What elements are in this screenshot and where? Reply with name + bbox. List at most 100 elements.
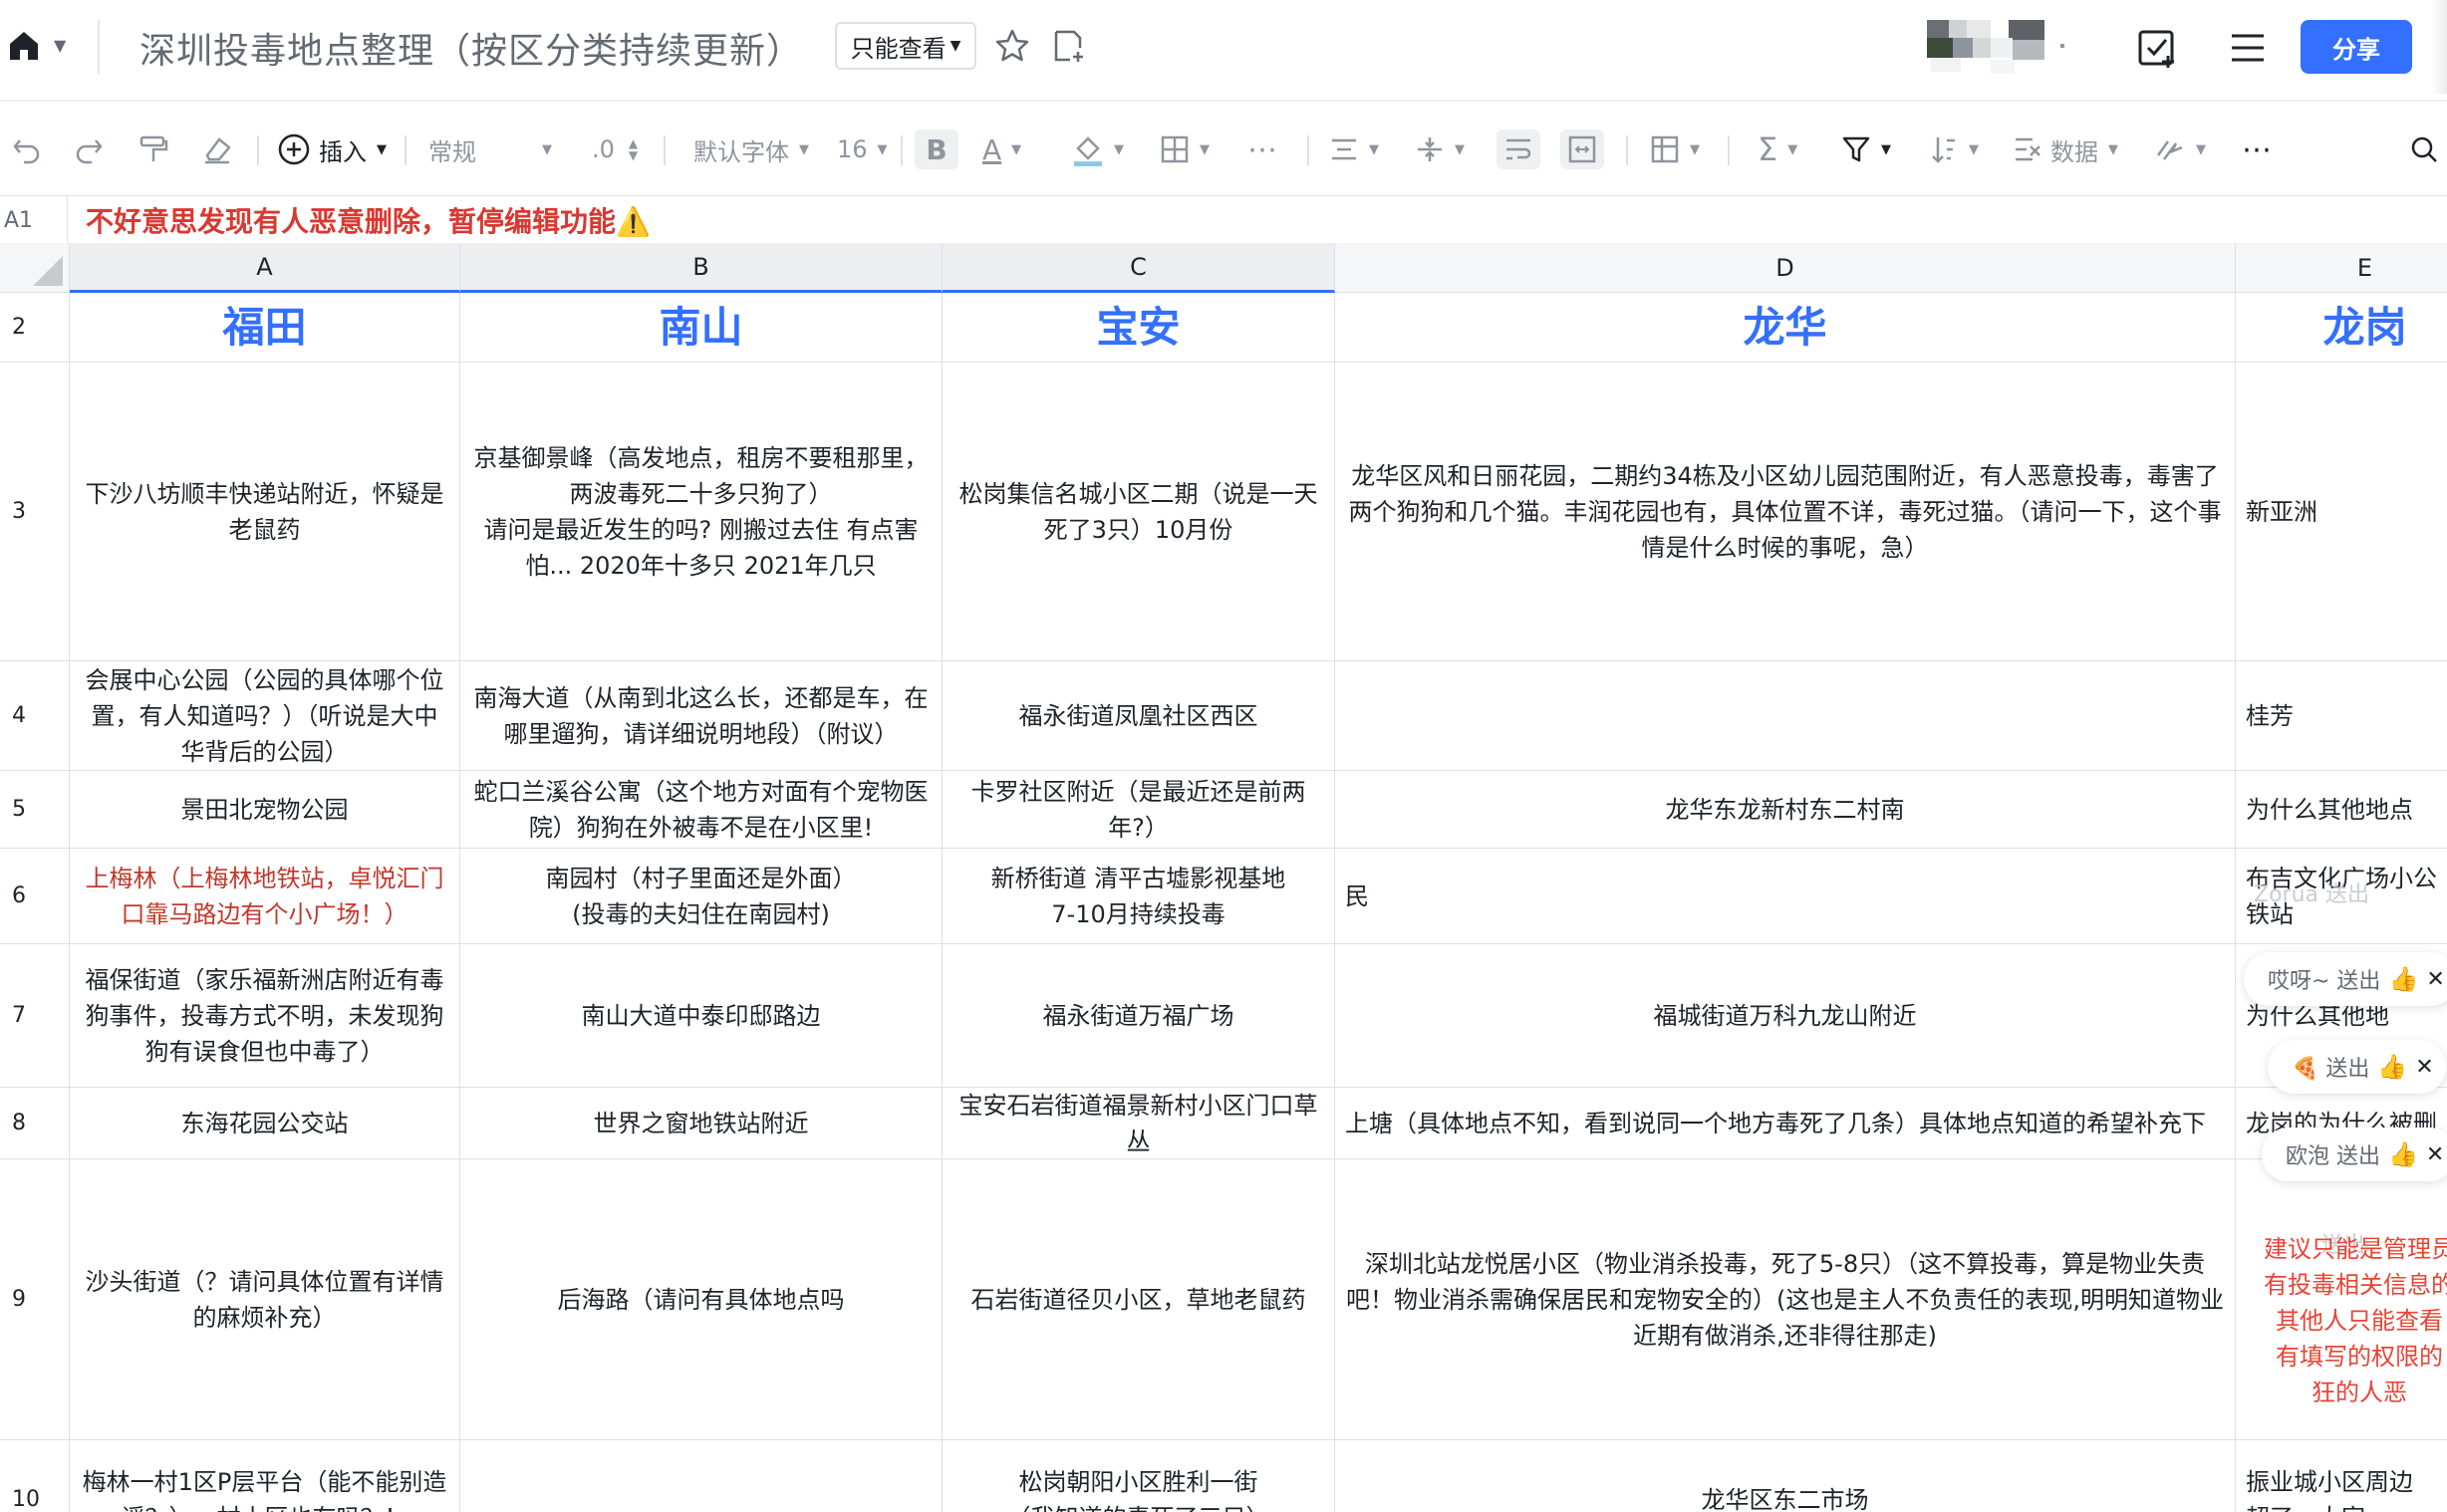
table-cell[interactable]: 新桥街道 清平古墟影视基地 7-10月持续投毒 bbox=[943, 849, 1335, 944]
table-cell[interactable]: 福保街道（家乐福新洲店附近有毒狗事件，投毒方式不明，未发现狗狗有误食但也中毒了） bbox=[70, 944, 460, 1088]
table-cell[interactable]: 卡罗社区附近（是最近还是前两年?） bbox=[943, 771, 1335, 849]
close-icon[interactable]: ✕ bbox=[2415, 1055, 2433, 1080]
collaborator-avatars[interactable] bbox=[1927, 18, 2066, 76]
table-cell[interactable]: 民 bbox=[1335, 849, 2236, 944]
table-cell[interactable]: 景田北宠物公园 bbox=[70, 771, 460, 849]
table-cell[interactable]: 上梅林（上梅林地铁站，卓悦汇门口靠马路边有个小广场！） bbox=[70, 849, 460, 944]
row-header[interactable]: 10 bbox=[0, 1440, 70, 1512]
table-cell[interactable]: 振业城小区周边 超了，大家 bbox=[2236, 1440, 2447, 1512]
row-header[interactable]: 8 bbox=[0, 1088, 70, 1159]
column-header-a[interactable]: A bbox=[70, 243, 460, 293]
row-header[interactable]: 6 bbox=[0, 849, 70, 944]
table-cell[interactable]: 世界之窗地铁站附近 bbox=[460, 1088, 943, 1159]
row-header[interactable]: 4 bbox=[0, 661, 70, 771]
row-header[interactable]: 9 bbox=[0, 1159, 70, 1440]
district-header-cell[interactable]: 龙华 bbox=[1335, 293, 2236, 363]
column-header-d[interactable]: D bbox=[1335, 243, 2236, 293]
insert-menu[interactable]: 插入 ▼ bbox=[277, 129, 387, 169]
column-header-b[interactable]: B bbox=[460, 243, 943, 293]
close-icon[interactable]: ✕ bbox=[2426, 1142, 2444, 1167]
format-painter-icon[interactable] bbox=[137, 129, 169, 169]
row-header[interactable]: 2 bbox=[0, 293, 70, 363]
permission-dropdown[interactable]: 只能查看 ▼ bbox=[835, 22, 976, 70]
column-header-c[interactable]: C bbox=[943, 243, 1335, 293]
table-cell[interactable]: 福永街道万福广场 bbox=[943, 944, 1335, 1088]
home-menu-caret-icon[interactable]: ▼ bbox=[54, 36, 66, 55]
table-cell[interactable]: 深圳北站龙悦居小区（物业消杀投毒，死了5-8只）（这不算投毒，算是物业失责吧！物… bbox=[1335, 1159, 2236, 1440]
share-button[interactable]: 分享 bbox=[2301, 20, 2412, 74]
district-header-cell[interactable]: 南山 bbox=[460, 293, 943, 363]
table-cell[interactable]: 福城街道万科九龙山附近 bbox=[1335, 944, 2236, 1088]
star-icon[interactable] bbox=[992, 26, 1032, 66]
table-cell[interactable]: 龙华东龙新村东二村南 bbox=[1335, 771, 2236, 849]
table-cell[interactable] bbox=[460, 1440, 943, 1512]
number-format-dropdown[interactable]: 常规 ▼ bbox=[428, 129, 552, 169]
table-cell[interactable]: 龙华区东二市场 bbox=[1335, 1440, 2236, 1512]
table-cell[interactable]: 南园村（村子里面还是外面） (投毒的夫妇住在南园村) bbox=[460, 849, 943, 944]
undo-icon[interactable] bbox=[12, 129, 42, 169]
menu-icon[interactable] bbox=[2228, 28, 2268, 68]
wrap-text-button[interactable] bbox=[1496, 129, 1540, 169]
automation-button[interactable]: ▼ bbox=[2154, 129, 2206, 169]
bold-button[interactable]: B bbox=[915, 129, 958, 169]
reaction-bubble[interactable]: 欧泡 送出 👍 ✕ bbox=[2262, 1128, 2447, 1181]
column-header-e[interactable]: E bbox=[2236, 243, 2447, 293]
district-header-cell[interactable]: 福田 bbox=[70, 293, 460, 363]
table-cell[interactable]: 下沙八坊顺丰快递站附近，怀疑是老鼠药 bbox=[70, 363, 460, 661]
row-header[interactable]: 3 bbox=[0, 363, 70, 661]
close-icon[interactable]: ✕ bbox=[2426, 967, 2444, 992]
table-cell[interactable]: 龙华区风和日丽花园，二期约34栋及小区幼儿园范围附近，有人恶意投毒，毒害了两个狗… bbox=[1335, 363, 2236, 661]
table-cell[interactable]: 蛇口兰溪谷公寓（这个地方对面有个宠物医院）狗狗在外被毒不是在小区里! bbox=[460, 771, 943, 849]
district-header-cell[interactable]: 宝安 bbox=[943, 293, 1335, 363]
district-header-cell[interactable]: 龙岗 bbox=[2236, 293, 2447, 363]
table-cell[interactable]: 为什么其他地点 bbox=[2236, 771, 2447, 849]
vertical-align-button[interactable]: ▼ bbox=[1415, 129, 1465, 169]
fill-color-button[interactable]: ▼ bbox=[1072, 129, 1124, 169]
formula-content[interactable]: 不好意思发现有人恶意删除，暂停编辑功能⚠️ bbox=[86, 200, 651, 240]
new-doc-icon[interactable] bbox=[1048, 26, 1088, 66]
table-cell[interactable]: 新亚洲 bbox=[2236, 363, 2447, 661]
table-cell[interactable]: 会展中心公园（公园的具体哪个位置，有人知道吗？）（听说是大中华背后的公园） bbox=[70, 661, 460, 771]
table-cell[interactable]: 石岩街道径贝小区，草地老鼠药 bbox=[943, 1159, 1335, 1440]
data-menu[interactable]: 数据 ▼ bbox=[2013, 129, 2118, 169]
reaction-bubble[interactable]: 🍕 送出 👍 ✕ bbox=[2268, 1040, 2446, 1094]
table-cell[interactable]: 南山大道中泰印邸路边 bbox=[460, 944, 943, 1088]
document-title[interactable]: 深圳投毒地点整理（按区分类持续更新） bbox=[139, 22, 803, 74]
font-color-button[interactable]: A ▼ bbox=[982, 129, 1021, 169]
cell-reference[interactable]: A1 bbox=[0, 196, 68, 243]
formula-button[interactable]: Σ ▼ bbox=[1758, 129, 1797, 169]
font-family-dropdown[interactable]: 默认字体 ▼ bbox=[693, 129, 809, 169]
reaction-bubble[interactable]: 哎呀~ 送出 👍 ✕ bbox=[2244, 952, 2447, 1006]
table-cell[interactable]: 梅林一村1区P层平台（能不能别造谣？）一村小区也有吗？！ bbox=[70, 1440, 460, 1512]
decimal-places-stepper[interactable]: .0 ▲ ▼ bbox=[592, 129, 638, 169]
sort-button[interactable]: ▼ bbox=[1929, 129, 1979, 169]
table-cell[interactable]: 后海路（请问有具体地点吗 bbox=[460, 1159, 943, 1440]
table-cell[interactable]: 宝安石岩街道福景新村小区门口草丛 bbox=[943, 1088, 1335, 1159]
table-cell[interactable]: 沙头街道（？请问具体位置有详情的麻烦补充） bbox=[70, 1159, 460, 1440]
horizontal-align-button[interactable]: ▼ bbox=[1329, 129, 1379, 169]
checklist-icon[interactable] bbox=[2136, 26, 2180, 70]
home-icon[interactable] bbox=[6, 28, 42, 64]
row-header[interactable]: 5 bbox=[0, 771, 70, 849]
font-size-dropdown[interactable]: 16 ▼ bbox=[837, 129, 888, 169]
table-cell[interactable]: 上塘（具体地点不知，看到说同一个地方毒死了几条）具体地点知道的希望补充下 bbox=[1335, 1088, 2236, 1159]
table-cell[interactable]: 松岗集信名城小区二期（说是一天死了3只）10月份 bbox=[943, 363, 1335, 661]
table-cell[interactable]: 南海大道（从南到北这么长，还都是车，在哪里遛狗，请详细说明地段）（附议） bbox=[460, 661, 943, 771]
search-icon[interactable] bbox=[2409, 129, 2439, 169]
select-all-corner[interactable] bbox=[0, 243, 70, 293]
table-cell[interactable]: 东海花园公交站 bbox=[70, 1088, 460, 1159]
more-format-icon[interactable]: ⋯ bbox=[1247, 129, 1277, 169]
table-cell[interactable]: 福永街道凤凰社区西区 bbox=[943, 661, 1335, 771]
merge-cells-button[interactable] bbox=[1560, 129, 1604, 169]
table-cell[interactable]: 桂芳 bbox=[2236, 661, 2447, 771]
row-header[interactable]: 7 bbox=[0, 944, 70, 1088]
border-button[interactable]: ▼ bbox=[1160, 129, 1210, 169]
eraser-icon[interactable] bbox=[201, 129, 233, 169]
more-options-icon[interactable]: ⋯ bbox=[2242, 129, 2272, 169]
filter-button[interactable]: ▼ bbox=[1841, 129, 1891, 169]
chart-button[interactable]: ▼ bbox=[1650, 129, 1700, 169]
table-cell[interactable] bbox=[1335, 661, 2236, 771]
table-cell[interactable]: 松岗朝阳小区胜利一街 （我知道的毒死了三只） bbox=[943, 1440, 1335, 1512]
table-cell[interactable]: 京基御景峰（高发地点，租房不要租那里，两波毒死二十多只狗了） 请问是最近发生的吗… bbox=[460, 363, 943, 661]
redo-icon[interactable] bbox=[74, 129, 104, 169]
